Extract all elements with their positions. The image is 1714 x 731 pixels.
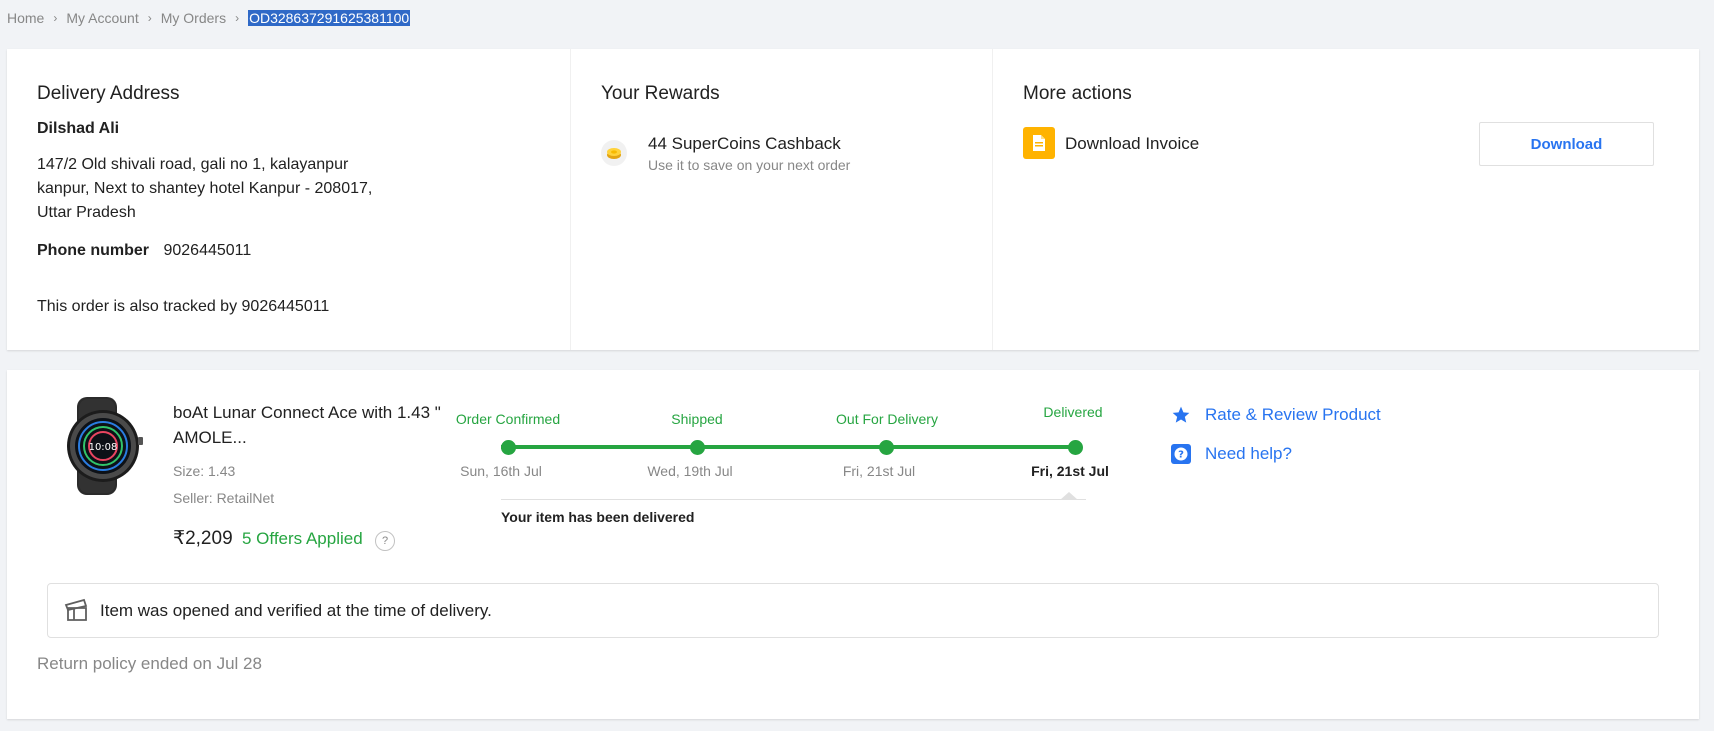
rate-review-link[interactable]: Rate & Review Product (1169, 403, 1381, 427)
customer-name: Dilshad Ali (37, 120, 120, 137)
caret-up-icon (1060, 492, 1078, 500)
phone-number: Phone number 9026445011 (37, 242, 251, 260)
rewards-section: Your Rewards 44 SuperCoins Cashback Use … (571, 49, 993, 350)
download-invoice-button[interactable]: Download (1479, 122, 1654, 166)
tracker-divider (501, 499, 1086, 500)
svg-text:?: ? (1178, 450, 1184, 461)
breadcrumb: Home › My Account › My Orders › OD328637… (7, 8, 411, 28)
invoice-icon (1023, 127, 1055, 159)
offers-applied[interactable]: 5 Offers Applied (242, 529, 363, 549)
product-image[interactable]: 10:08 (63, 397, 147, 495)
reward-subtext: Use it to save on your next order (648, 157, 851, 173)
tracker-dot (1068, 440, 1083, 455)
tracker-step-date-current: Fri, 21st Jul (1031, 463, 1109, 479)
more-actions-section: More actions Download Invoice Download (993, 49, 1699, 350)
package-icon (64, 598, 90, 624)
tracker-step-label: Delivered (1043, 404, 1103, 420)
address-line: Uttar Pradesh (37, 204, 136, 221)
tracker-step-label: Out For Delivery (836, 411, 938, 427)
help-icon[interactable]: ? (375, 531, 395, 551)
rewards-title: Your Rewards (601, 83, 720, 104)
tracker-progress-line (501, 445, 1077, 449)
address-line: kanpur, Next to shantey hotel Kanpur - 2… (37, 180, 373, 197)
svg-text:10:08: 10:08 (89, 442, 118, 453)
verification-notice: Item was opened and verified at the time… (47, 583, 1659, 638)
product-name[interactable]: boAt Lunar Connect Ace with 1.43 " AMOLE… (173, 400, 443, 450)
product-seller: Seller: RetailNet (173, 490, 275, 506)
reward-headline: 44 SuperCoins Cashback (648, 134, 841, 153)
delivery-address-title: Delivery Address (37, 83, 180, 104)
delivery-address-section: Delivery Address Dilshad Ali 147/2 Old s… (7, 49, 571, 350)
tracker-step-date: Sun, 16th Jul (460, 463, 542, 479)
tracker-dot (690, 440, 705, 455)
address-line: 147/2 Old shivali road, gali no 1, kalay… (37, 156, 349, 173)
breadcrumb-order-id: OD328637291625381100 (248, 10, 411, 26)
tracker-step-label: Shipped (671, 411, 723, 427)
tracked-by-text: This order is also tracked by 9026445011 (37, 298, 330, 315)
return-policy-text: Return policy ended on Jul 28 (37, 654, 262, 673)
download-invoice-label: Download Invoice (1065, 134, 1200, 153)
star-icon (1169, 403, 1193, 427)
chevron-right-icon: › (53, 11, 58, 25)
tracker-message: Your item has been delivered (501, 509, 695, 525)
chevron-right-icon: › (235, 11, 240, 25)
supercoin-icon (601, 140, 627, 166)
order-item-card: 10:08 boAt Lunar Connect Ace with 1.43 "… (7, 370, 1699, 719)
verification-text: Item was opened and verified at the time… (100, 601, 492, 620)
breadcrumb-home[interactable]: Home (7, 10, 44, 26)
tracker-dot (879, 440, 894, 455)
breadcrumb-my-account[interactable]: My Account (66, 10, 138, 26)
address-text: 147/2 Old shivali road, gali no 1, kalay… (37, 153, 397, 225)
order-info-card: Delivery Address Dilshad Ali 147/2 Old s… (7, 49, 1699, 350)
tracker-step-date: Wed, 19th Jul (647, 463, 733, 479)
tracker-step-date: Fri, 21st Jul (842, 463, 916, 479)
chevron-right-icon: › (147, 11, 152, 25)
phone-value: 9026445011 (163, 242, 252, 259)
breadcrumb-my-orders[interactable]: My Orders (161, 10, 226, 26)
more-actions-title: More actions (1023, 83, 1132, 104)
need-help-label[interactable]: Need help? (1205, 444, 1292, 464)
phone-label: Phone number (37, 242, 150, 259)
product-price: ₹2,209 (173, 528, 233, 549)
need-help-link[interactable]: ? Need help? (1169, 442, 1292, 466)
tracker-dot (501, 440, 516, 455)
rate-review-label[interactable]: Rate & Review Product (1205, 405, 1381, 425)
tracker-step-label: Order Confirmed (455, 411, 561, 427)
product-size: Size: 1.43 (173, 463, 236, 479)
help-icon: ? (1169, 442, 1193, 466)
